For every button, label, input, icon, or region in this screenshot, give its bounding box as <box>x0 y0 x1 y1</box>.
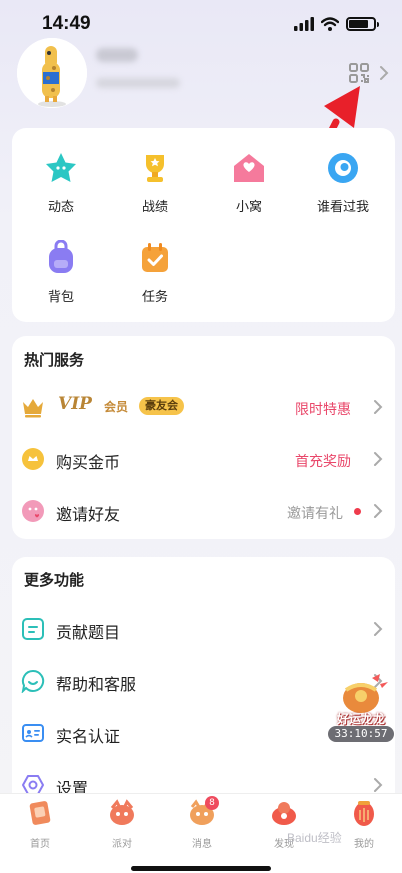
chevron-right-icon <box>374 778 383 792</box>
question-list-icon <box>22 618 44 640</box>
backpack-icon <box>49 239 73 273</box>
coin-icon <box>22 448 44 470</box>
chevron-right-icon <box>374 622 383 636</box>
vip-promo-text: 限时特惠 <box>295 402 351 418</box>
mine-tab-icon <box>354 801 374 826</box>
floating-promo[interactable]: 好运龙龙 33:10:57 <box>328 672 394 744</box>
invite-gift-text: 邀请有礼 <box>287 506 343 522</box>
feature-dongtai[interactable]: 动态 <box>21 150 101 215</box>
tab-label: 消息 <box>192 839 212 850</box>
home-tab-icon <box>29 801 51 825</box>
home-icon <box>234 154 264 182</box>
row-label: 实名认证 <box>56 727 121 746</box>
vip-subtext: 会员 <box>104 400 129 414</box>
trophy-icon <box>146 155 164 182</box>
features-card: 动态 战绩 小窝 谁看过我 背包 任务 <box>12 128 395 322</box>
contribute-questions-row[interactable]: 贡献题目 <box>12 607 395 651</box>
id-card-icon <box>22 724 44 742</box>
row-label: 贡献题目 <box>56 623 121 642</box>
wifi-icon <box>321 17 339 31</box>
promo-title: 好运龙龙 <box>336 712 385 726</box>
feature-xiaowo[interactable]: 小窝 <box>209 150 289 215</box>
tab-label: 首页 <box>30 839 50 850</box>
party-tab-icon <box>110 799 134 825</box>
tab-mine[interactable]: 我的 <box>334 798 394 850</box>
feature-beibao[interactable]: 背包 <box>21 239 101 305</box>
tab-label: 我的 <box>354 839 374 850</box>
discover-tab-icon <box>272 802 296 825</box>
row-label: 购买金币 <box>56 453 121 472</box>
buy-coins-row[interactable]: 购买金币 首充奖励 <box>12 437 395 481</box>
chevron-right-icon <box>374 504 383 518</box>
watermark: Baidu经验 <box>287 831 342 845</box>
user-id-blurred <box>96 78 180 88</box>
username-blurred <box>96 48 138 62</box>
invite-heart-icon <box>22 500 44 522</box>
first-recharge-text: 首充奖励 <box>295 454 351 470</box>
feature-who-viewed-me[interactable]: 谁看过我 <box>303 150 383 215</box>
vip-text: VIP <box>58 394 92 414</box>
tab-label: 派对 <box>112 839 132 850</box>
promo-countdown: 33:10:57 <box>328 726 394 742</box>
chevron-right-icon <box>374 452 383 466</box>
chat-service-icon <box>21 669 45 693</box>
row-label: 邀请好友 <box>56 505 121 524</box>
section-title: 热门服务 <box>24 351 85 369</box>
feature-zhanji[interactable]: 战绩 <box>115 150 195 215</box>
feature-label: 背包 <box>47 290 74 305</box>
tab-party[interactable]: 派对 <box>92 798 152 850</box>
feature-label: 战绩 <box>141 200 168 215</box>
section-title: 更多功能 <box>24 571 85 589</box>
home-indicator <box>131 866 271 871</box>
hot-services-card: 热门服务 VIP 会员 豪友会 限时特惠 购买金币 首充奖励 邀请好友 邀请有礼 <box>12 336 395 539</box>
invite-friends-row[interactable]: 邀请好友 邀请有礼 <box>12 489 395 533</box>
feature-renwu[interactable]: 任务 <box>115 240 195 305</box>
star-icon <box>46 153 76 182</box>
notification-dot <box>354 508 361 515</box>
signal-icon <box>294 17 314 31</box>
vip-row[interactable]: VIP 会员 豪友会 限时特惠 <box>12 385 395 429</box>
qr-code-icon[interactable] <box>348 62 370 84</box>
tab-home[interactable]: 首页 <box>10 798 70 850</box>
battery-icon <box>346 17 379 31</box>
tab-messages[interactable]: 8 消息 <box>172 796 232 850</box>
vip-badge: 豪友会 <box>139 397 184 415</box>
calendar-icon <box>142 243 168 272</box>
unread-badge: 8 <box>205 796 219 810</box>
row-label: 帮助和客服 <box>56 675 137 694</box>
giraffe-avatar-icon <box>17 38 87 108</box>
eye-icon <box>328 153 358 183</box>
feature-label: 小窝 <box>235 200 262 215</box>
status-icons <box>294 17 379 31</box>
feature-label: 动态 <box>47 200 74 215</box>
feature-label: 谁看过我 <box>316 200 369 215</box>
chevron-right-icon[interactable] <box>378 64 390 82</box>
feature-label: 任务 <box>141 290 168 305</box>
crown-icon <box>23 399 43 418</box>
avatar[interactable] <box>17 38 87 108</box>
chevron-right-icon <box>374 400 383 414</box>
